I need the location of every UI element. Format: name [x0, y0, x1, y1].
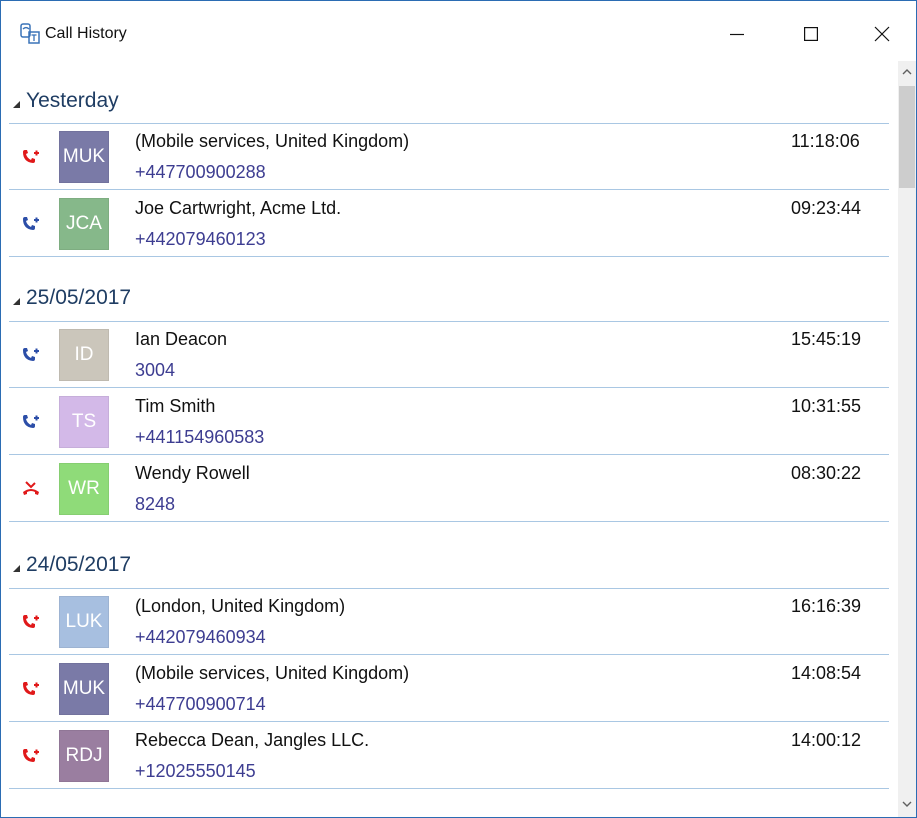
- avatar: TS: [59, 396, 109, 448]
- avatar: MUK: [59, 131, 109, 183]
- call-time: 08:30:22: [791, 463, 862, 483]
- avatar-initials: TS: [71, 411, 97, 432]
- caller-name: Tim Smith: [135, 396, 216, 416]
- avatar-initials: JCA: [66, 213, 102, 234]
- close-icon: [874, 26, 890, 42]
- call-row[interactable]: WR Wendy Rowell 8248 08:30:22: [9, 456, 889, 522]
- call-row[interactable]: TS Tim Smith +441154960583 10:31:55: [9, 389, 889, 455]
- caller-number[interactable]: +442079460934: [135, 627, 266, 648]
- incoming-call-icon: [23, 415, 39, 428]
- maximize-button[interactable]: [788, 15, 834, 53]
- call-history-app-icon: [20, 23, 40, 44]
- group-header-25-05-2017[interactable]: 25/05/2017: [9, 283, 889, 313]
- vertical-scrollbar[interactable]: [898, 61, 916, 817]
- chevron-up-icon: [902, 69, 912, 75]
- caller-number[interactable]: +447700900288: [135, 162, 266, 183]
- avatar-initials: ID: [74, 344, 94, 365]
- caller-number[interactable]: +442079460123: [135, 229, 266, 250]
- call-time: 10:31:55: [791, 396, 862, 416]
- call-time: 14:00:12: [791, 730, 862, 750]
- incoming-call-icon: [23, 217, 39, 230]
- avatar: MUK: [59, 663, 109, 715]
- scroll-thumb[interactable]: [899, 86, 915, 188]
- call-row[interactable]: MUK (Mobile services, United Kingdom) +4…: [9, 656, 889, 722]
- call-time: 15:45:19: [791, 329, 862, 349]
- avatar-initials: WR: [68, 478, 100, 499]
- avatar: JCA: [59, 198, 109, 250]
- caller-name: Ian Deacon: [135, 329, 228, 349]
- close-button[interactable]: [859, 15, 905, 53]
- group-header-24-05-2017[interactable]: 24/05/2017: [9, 550, 889, 580]
- caller-name: (London, United Kingdom): [135, 596, 346, 616]
- incoming-call-icon: [23, 348, 39, 361]
- caller-number[interactable]: 3004: [135, 360, 175, 381]
- avatar-initials: RDJ: [65, 745, 103, 766]
- title-bar[interactable]: Call History: [1, 1, 916, 61]
- maximize-icon: [804, 27, 818, 41]
- call-history-list[interactable]: Yesterday MUK (Mobile services, United K…: [9, 61, 898, 817]
- collapse-triangle-icon: [13, 100, 20, 108]
- incoming-missed-call-icon: [23, 150, 39, 163]
- rejected-call-icon: [23, 481, 39, 495]
- avatar-initials: LUK: [65, 611, 103, 632]
- call-time: 14:08:54: [791, 663, 862, 683]
- scroll-down-button[interactable]: [898, 795, 916, 813]
- caller-name: Wendy Rowell: [135, 463, 250, 483]
- caller-number[interactable]: +441154960583: [135, 427, 264, 448]
- window-title: Call History: [45, 25, 127, 42]
- avatar: LUK: [59, 596, 109, 648]
- call-row[interactable]: JCA Joe Cartwright, Acme Ltd. +442079460…: [9, 191, 889, 257]
- caller-number[interactable]: +12025550145: [135, 761, 256, 782]
- caller-name: Joe Cartwright, Acme Ltd.: [135, 198, 342, 218]
- incoming-missed-call-icon: [23, 615, 39, 628]
- caller-number[interactable]: +447700900714: [135, 694, 266, 715]
- group-label: 24/05/2017: [26, 553, 132, 576]
- group-header-yesterday[interactable]: Yesterday: [9, 86, 889, 116]
- call-time: 11:18:06: [791, 131, 860, 151]
- minimize-button[interactable]: [714, 15, 760, 53]
- call-row[interactable]: LUK (London, United Kingdom) +4420794609…: [9, 589, 889, 655]
- caller-name: Rebecca Dean, Jangles LLC.: [135, 730, 370, 750]
- chevron-down-icon: [902, 801, 912, 807]
- collapse-triangle-icon: [13, 297, 20, 305]
- avatar: RDJ: [59, 730, 109, 782]
- call-history-window: Call History Yesterday MUK (Mobile servi…: [0, 0, 917, 818]
- caller-name: (Mobile services, United Kingdom): [135, 663, 410, 683]
- caller-number[interactable]: 8248: [135, 494, 175, 515]
- call-row[interactable]: MUK (Mobile services, United Kingdom) +4…: [9, 124, 889, 190]
- call-row[interactable]: ID Ian Deacon 3004 15:45:19: [9, 322, 889, 388]
- call-time: 09:23:44: [791, 198, 862, 218]
- avatar-initials: MUK: [62, 146, 106, 167]
- scroll-up-button[interactable]: [898, 63, 916, 81]
- collapse-triangle-icon: [13, 564, 20, 572]
- avatar-initials: MUK: [62, 678, 106, 699]
- incoming-missed-call-icon: [23, 682, 39, 695]
- group-label: 25/05/2017: [26, 286, 132, 309]
- group-label: Yesterday: [26, 89, 119, 112]
- caller-name: (Mobile services, United Kingdom): [135, 131, 410, 151]
- call-row[interactable]: RDJ Rebecca Dean, Jangles LLC. +12025550…: [9, 723, 889, 789]
- incoming-missed-call-icon: [23, 749, 39, 762]
- minimize-icon: [730, 33, 744, 36]
- avatar: WR: [59, 463, 109, 515]
- avatar: ID: [59, 329, 109, 381]
- call-time: 16:16:39: [791, 596, 862, 616]
